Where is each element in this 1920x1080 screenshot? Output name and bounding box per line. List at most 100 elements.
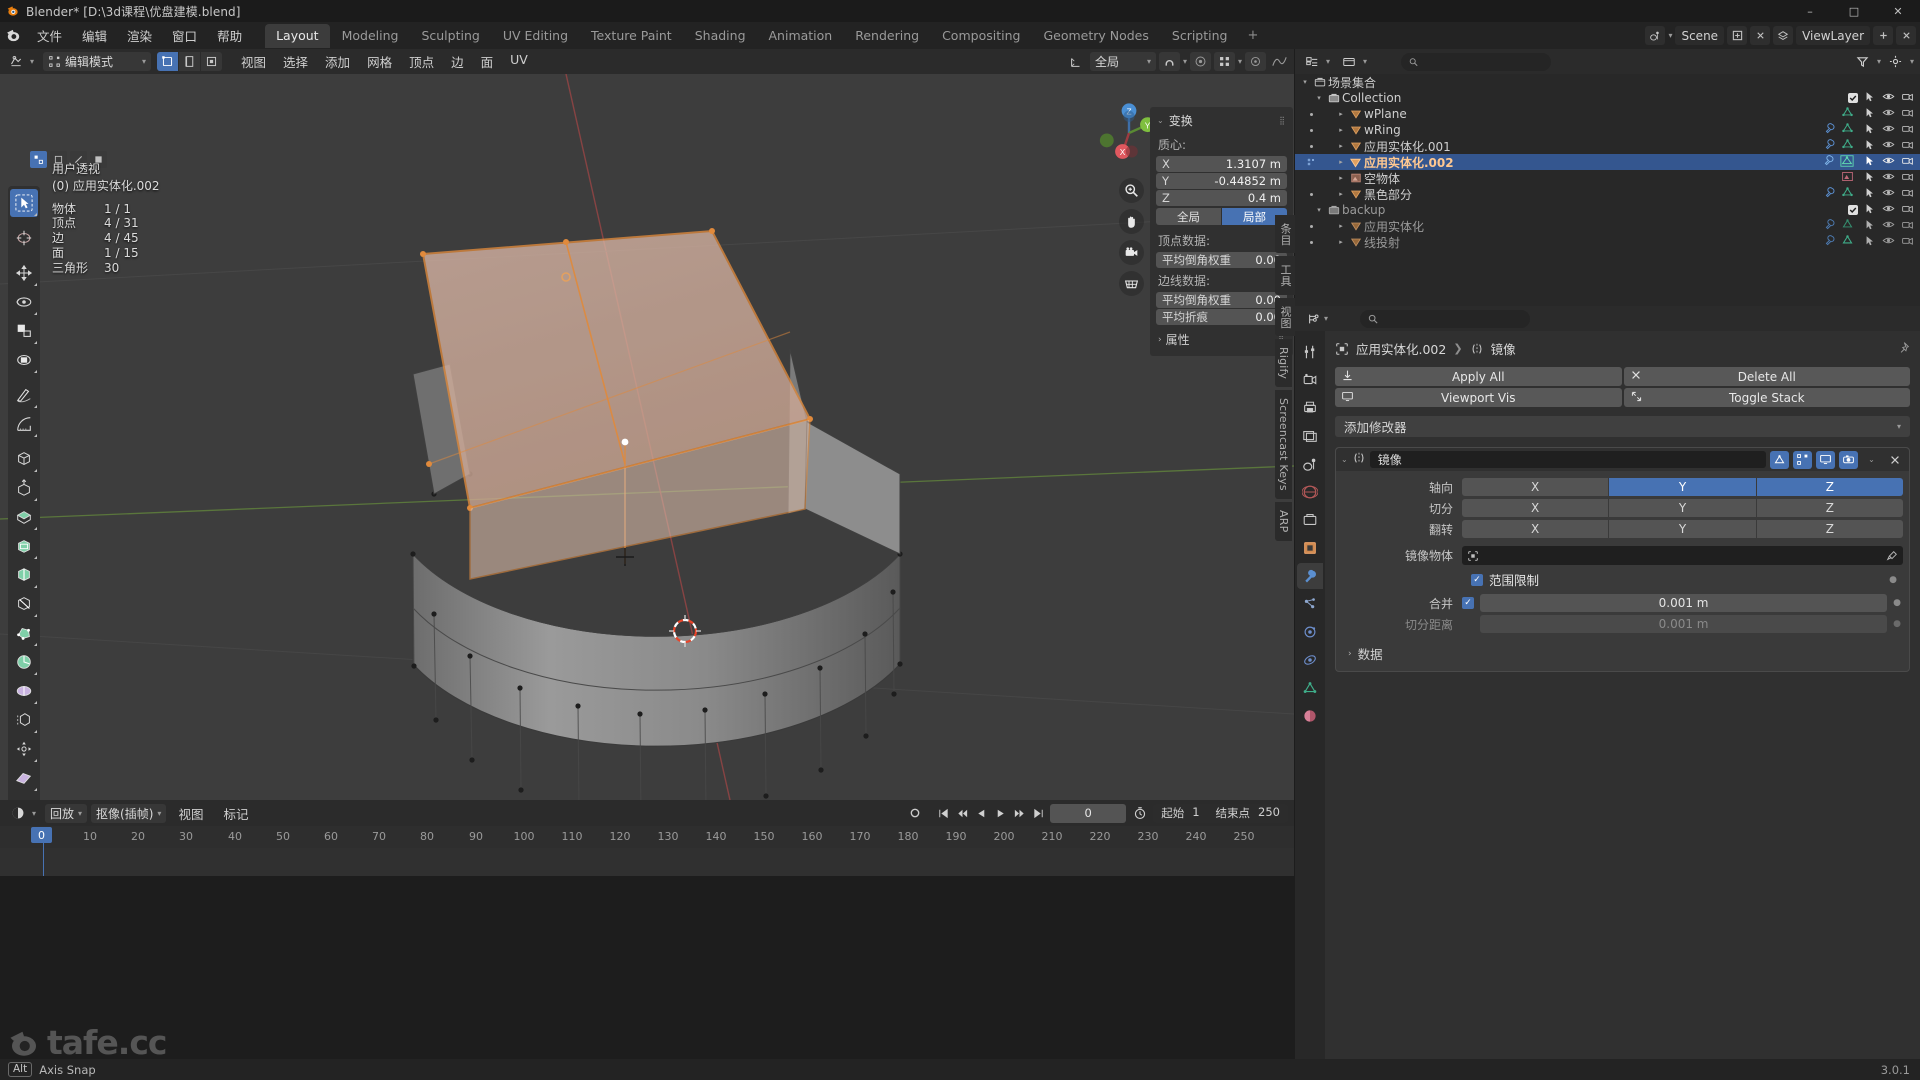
apply-all-button[interactable]: Apply All <box>1335 367 1622 386</box>
extrude-region-tool[interactable] <box>10 474 38 502</box>
visibility-dot[interactable] <box>1307 142 1315 150</box>
pin-icon[interactable] <box>1897 341 1910 357</box>
delete-all-button[interactable]: Delete All <box>1623 367 1910 386</box>
flip-z-toggle[interactable]: Z <box>1756 520 1903 538</box>
menu-window[interactable]: 窗口 <box>163 23 206 48</box>
shrink-fatten-tool[interactable] <box>10 706 38 734</box>
expand-arrow-icon[interactable]: ▾ <box>1299 78 1311 86</box>
selectable-cursor-icon[interactable] <box>1864 91 1876 106</box>
menu-edge[interactable]: 边 <box>443 49 472 74</box>
selectable-cursor-icon[interactable] <box>1864 187 1876 202</box>
drag-grip-icon[interactable]: ⣿ <box>1279 116 1286 125</box>
edit-mode-display-icon[interactable] <box>1793 450 1812 469</box>
animate-property-dot-2[interactable]: ● <box>1893 598 1901 608</box>
mesh-data-icon[interactable] <box>1841 234 1854 250</box>
transform-orientation-selector[interactable]: 全局 ▾ <box>1089 52 1156 71</box>
hide-viewport-eye-icon[interactable] <box>1882 90 1895 106</box>
properties-subpanel-header[interactable]: › 属性 ⣿ <box>1150 326 1293 350</box>
falloff-curve-icon[interactable] <box>1269 52 1290 71</box>
visibility-dot[interactable] <box>1307 190 1315 198</box>
loop-cut-tool[interactable] <box>10 561 38 589</box>
modifier-icon[interactable] <box>1824 218 1837 234</box>
spin-tool[interactable] <box>10 648 38 676</box>
outliner-options-icon[interactable] <box>1885 52 1906 71</box>
filter-chevron-icon[interactable]: ▾ <box>1877 57 1881 66</box>
editor-type-chevron-icon[interactable]: ▾ <box>30 57 34 66</box>
merge-checkbox[interactable]: ✓ <box>1462 597 1474 609</box>
close-button[interactable]: ✕ <box>1876 0 1920 22</box>
menu-help[interactable]: 帮助 <box>208 23 251 48</box>
bisect-distance-field[interactable]: 0.001 m <box>1480 615 1888 633</box>
animate-property-dot[interactable]: ● <box>1889 575 1897 585</box>
transform-tool[interactable] <box>10 346 38 374</box>
edge-bevel-weight-field[interactable]: 平均倒角权重 0.00 <box>1156 292 1287 308</box>
sidebar-tab-view[interactable]: 视图 <box>1275 297 1295 337</box>
poly-build-tool[interactable] <box>10 619 38 647</box>
search-field[interactable] <box>1422 55 1544 68</box>
record-icon[interactable] <box>904 804 925 823</box>
timeline-ruler[interactable]: 10 20 30 40 50 60 70 80 90 100 110 120 1… <box>0 826 1294 848</box>
disable-render-camera-icon[interactable] <box>1901 138 1914 154</box>
constraints-tab[interactable] <box>1297 647 1323 673</box>
outliner-row-collection[interactable]: ▾ Collection <box>1295 90 1920 106</box>
tool-tab[interactable] <box>1297 339 1323 365</box>
tab-sculpting[interactable]: Sculpting <box>410 24 490 48</box>
tweak-tool[interactable] <box>10 189 38 217</box>
proportional-falloff-icon[interactable] <box>1213 52 1235 71</box>
selectable-cursor-icon[interactable] <box>1864 107 1876 122</box>
visibility-dot[interactable] <box>1307 222 1315 230</box>
current-frame-field[interactable]: 0 <box>1050 803 1127 823</box>
rotate-tool[interactable] <box>10 288 38 316</box>
outliner-editor-chevron-icon[interactable]: ▾ <box>1326 57 1330 66</box>
merge-threshold-field[interactable]: 0.001 m <box>1480 594 1888 612</box>
toggle-stack-button[interactable]: Toggle Stack <box>1623 388 1910 407</box>
collection-tab[interactable] <box>1297 507 1323 533</box>
xray-toggle-icon[interactable] <box>1245 52 1266 71</box>
playhead[interactable]: 0 <box>31 827 52 843</box>
tab-modeling[interactable]: Modeling <box>331 24 410 48</box>
scene-chevron-icon[interactable]: ▾ <box>1668 31 1672 40</box>
sidebar-tab-screencast-keys[interactable]: Screencast Keys <box>1275 390 1292 500</box>
eyedropper-icon[interactable] <box>1886 550 1898 562</box>
mesh-data-icon[interactable] <box>1841 122 1854 138</box>
mesh-data-icon[interactable] <box>1840 154 1854 171</box>
display-mode-chevron-icon[interactable]: ▾ <box>1363 57 1367 66</box>
mirror-object-field[interactable] <box>1462 546 1903 565</box>
sidebar-tab-tool[interactable]: 工具 <box>1275 256 1295 295</box>
menu-render[interactable]: 渲染 <box>118 23 161 48</box>
menu-view[interactable]: 视图 <box>233 49 274 74</box>
output-tab[interactable] <box>1297 395 1323 421</box>
disable-render-camera-icon[interactable] <box>1901 234 1914 250</box>
tab-shading[interactable]: Shading <box>684 24 757 48</box>
pan-hand-icon[interactable] <box>1119 209 1144 234</box>
edge-select-icon[interactable] <box>179 52 201 71</box>
modifier-name-field[interactable]: 镜像 <box>1369 451 1766 468</box>
play-icon[interactable] <box>991 804 1009 823</box>
expand-arrow-icon[interactable]: ▾ <box>1313 206 1325 214</box>
outliner-row-object[interactable]: ▸ 线投射 <box>1295 234 1920 250</box>
rip-region-tool[interactable] <box>10 764 38 792</box>
outliner-row-object[interactable]: ▸ wRing <box>1295 122 1920 138</box>
smooth-tool[interactable] <box>10 677 38 705</box>
data-subpanel-header[interactable]: › 数据 <box>1342 636 1903 663</box>
disable-render-camera-icon[interactable] <box>1901 122 1914 138</box>
hide-viewport-eye-icon[interactable] <box>1882 202 1895 218</box>
scene-selector[interactable]: Scene <box>1675 26 1725 45</box>
outliner-row-object[interactable]: ▸ wPlane <box>1295 106 1920 122</box>
scene-tab[interactable] <box>1297 451 1323 477</box>
view-layer-tab[interactable] <box>1297 423 1323 449</box>
move-tool[interactable] <box>10 259 38 287</box>
zoom-icon[interactable] <box>1119 178 1144 203</box>
viewport-3d[interactable]: 用户透视 (0) 应用实体化.002 物体 1 / 1 顶点 4 / 31 边 4 /… <box>0 74 1294 800</box>
minimize-button[interactable]: – <box>1788 0 1832 22</box>
disable-render-camera-icon[interactable] <box>1901 90 1914 106</box>
outliner-row-object[interactable]: ▸ 黑色部分 <box>1295 186 1920 202</box>
falloff-chevron-icon[interactable]: ▾ <box>1238 57 1242 66</box>
sidebar-tab-rigify[interactable]: Rigify <box>1275 339 1292 388</box>
disable-render-camera-icon[interactable] <box>1901 186 1914 202</box>
vertex-select-icon[interactable] <box>157 52 179 71</box>
remove-viewlayer-button[interactable] <box>1896 26 1916 45</box>
axis-y-toggle[interactable]: Y <box>1609 478 1756 496</box>
show-on-cage-icon[interactable] <box>1770 450 1789 469</box>
collapse-chevron-icon[interactable]: ⌄ <box>1157 116 1164 125</box>
